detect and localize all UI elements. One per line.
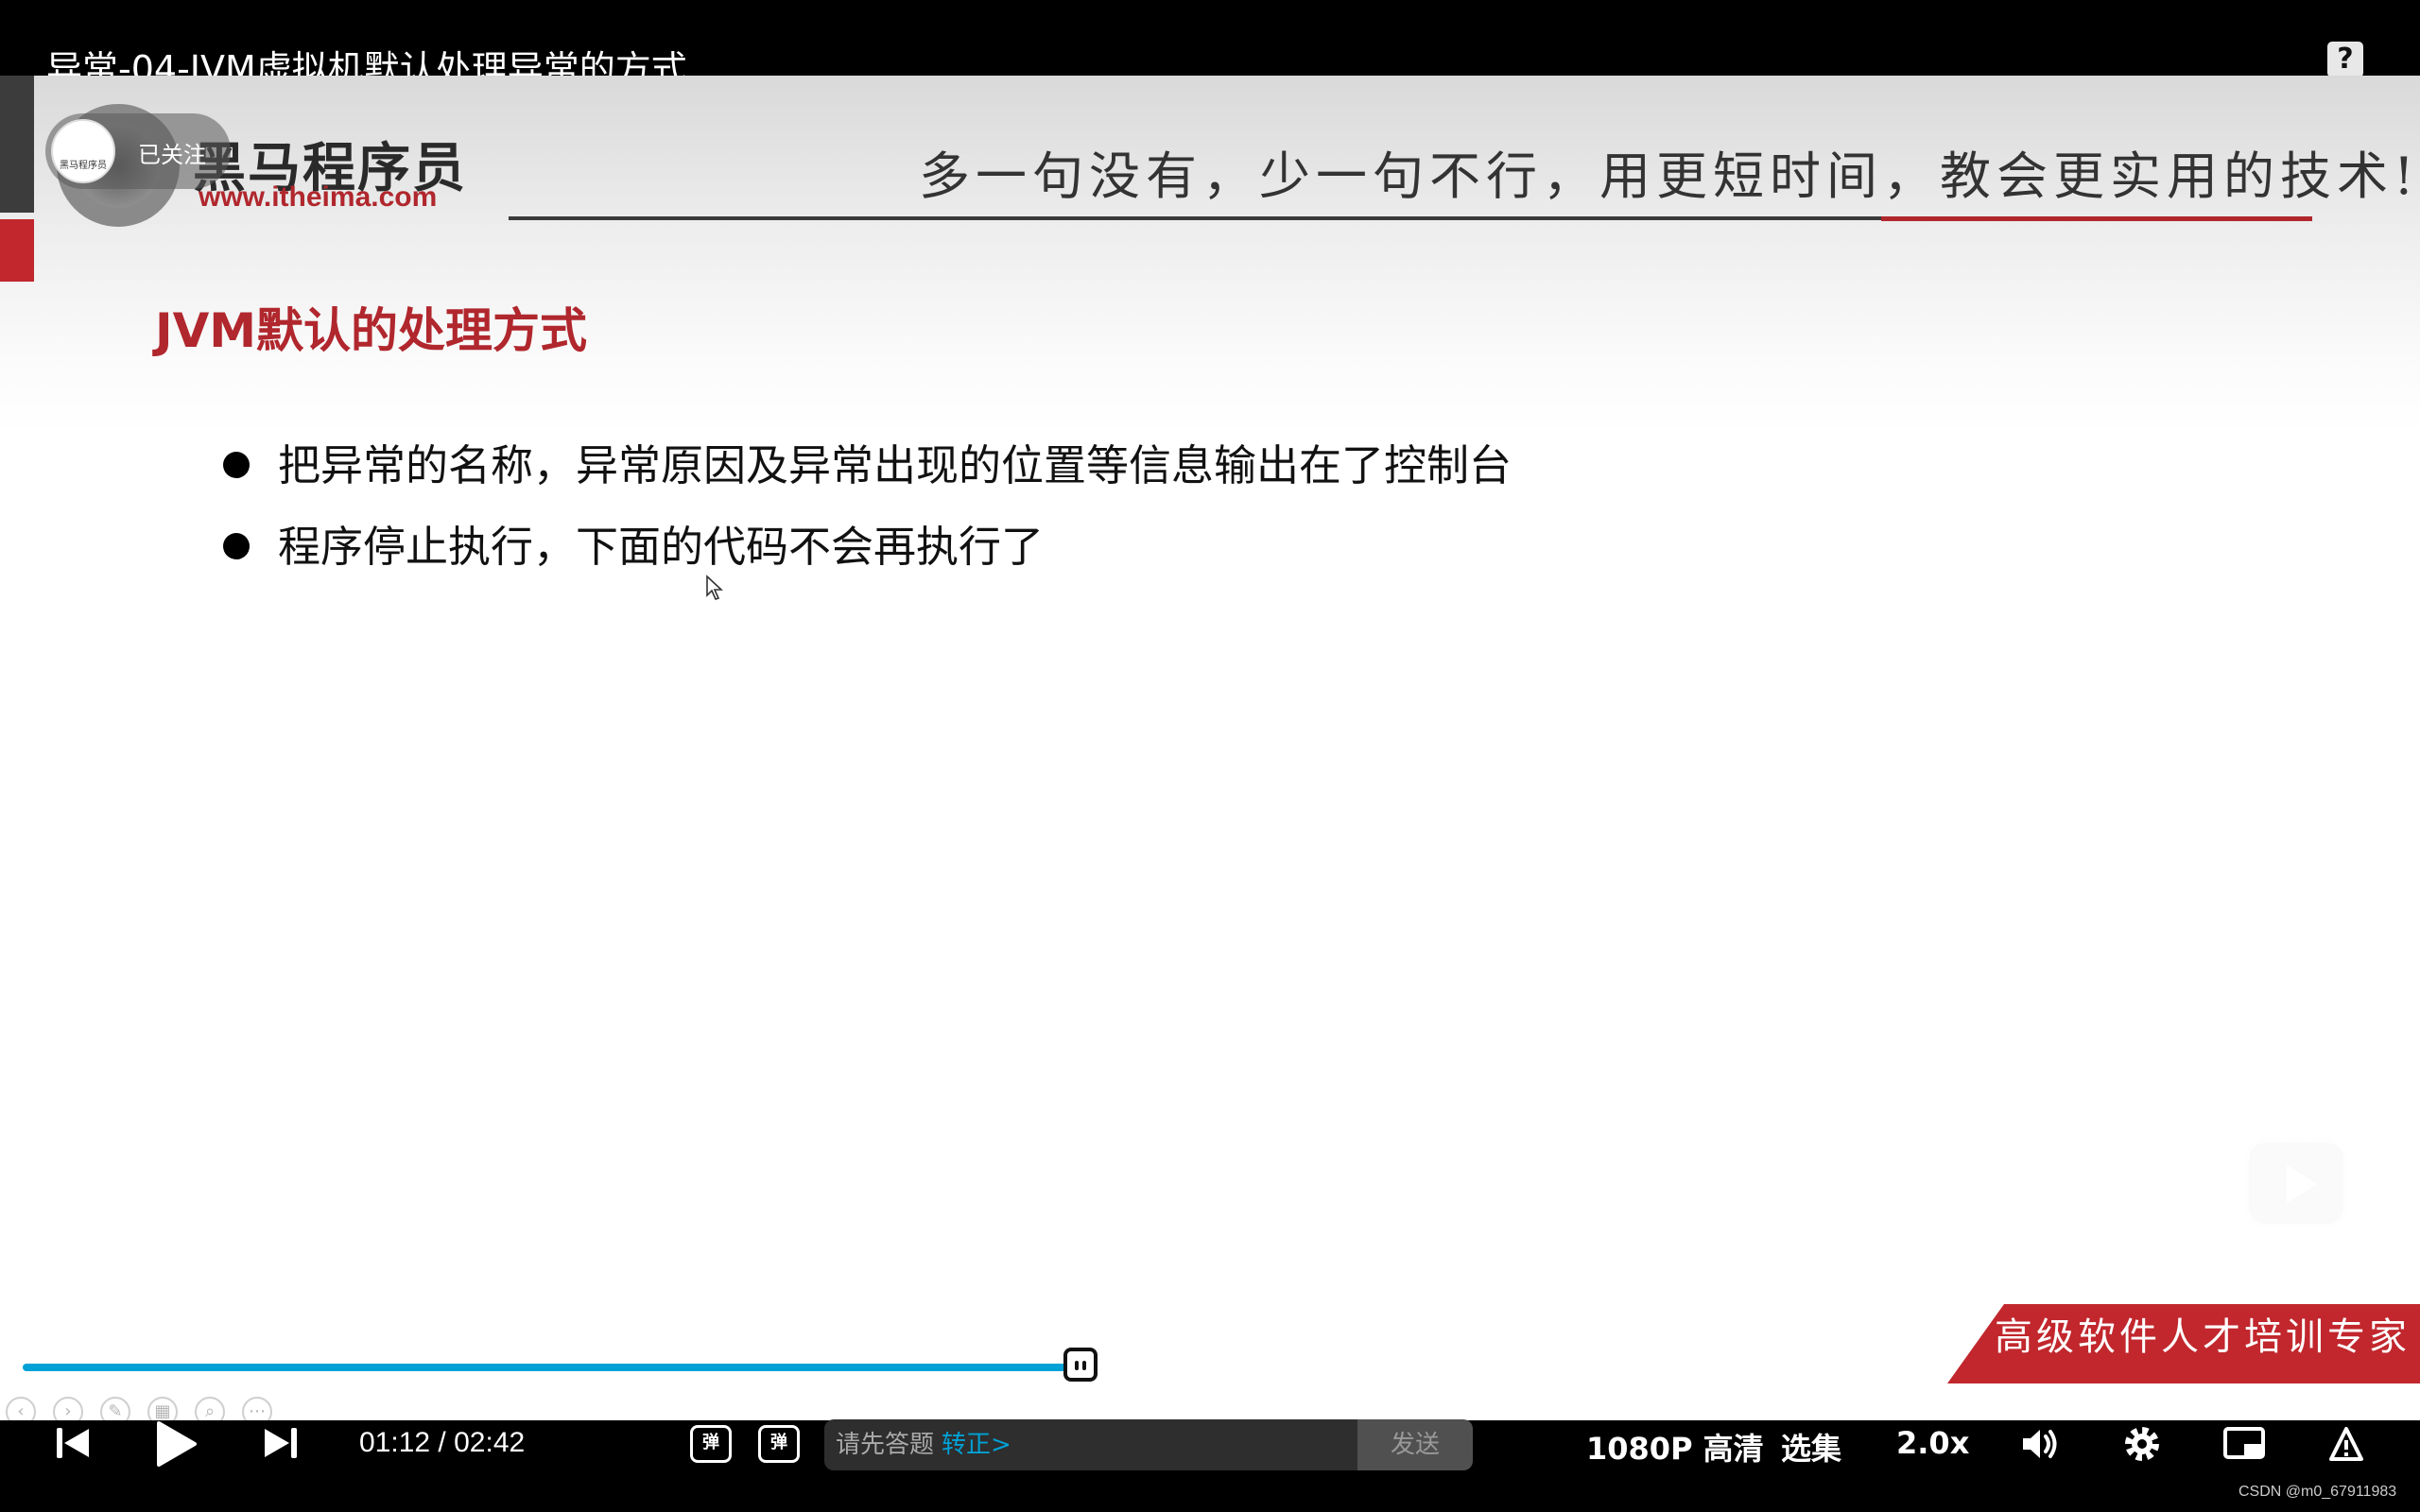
bullet-text: 把异常的名称，异常原因及异常出现的位置等信息输出在了控制台 <box>278 440 1512 490</box>
bullet-dot-icon <box>223 452 250 478</box>
episodes-button[interactable]: 选集 <box>1781 1425 1841 1469</box>
follow-button[interactable]: 黑马程序员 已关注 <box>45 113 231 189</box>
fullscreen-icon[interactable] <box>2324 1421 2369 1467</box>
settings-gear-icon[interactable] <box>2119 1421 2165 1467</box>
bullet-text: 程序停止执行，下面的代码不会再执行了 <box>278 522 1045 572</box>
slide-edge-red <box>0 219 34 282</box>
slogan-rule-dark <box>509 216 1881 220</box>
progress-fill <box>23 1364 1080 1371</box>
danmaku-toggle-icon[interactable]: 弹 <box>690 1425 732 1463</box>
slide-heading: JVM默认的处理方式 <box>155 303 588 358</box>
csdn-watermark: CSDN @m0_67911983 <box>2238 1484 2397 1500</box>
danmaku-link[interactable]: 转正> <box>942 1431 1011 1459</box>
logo-url: www.itheima.com <box>199 181 438 213</box>
send-button[interactable]: 发送 <box>1357 1419 1473 1470</box>
current-time: 01:12 <box>359 1427 431 1458</box>
play-icon[interactable] <box>153 1419 199 1469</box>
bullet-dot-icon <box>223 533 250 559</box>
danmaku-input[interactable]: 请先答题 转正> <box>824 1419 1357 1470</box>
slide-watermark: 黑马程序员 <box>1940 1260 2195 1314</box>
volume-icon[interactable] <box>2017 1421 2063 1467</box>
slogan-rule-red <box>1881 216 2312 221</box>
danmaku-settings-icon[interactable]: 弹 <box>758 1425 800 1463</box>
picture-in-picture-icon[interactable] <box>2221 1421 2267 1467</box>
slide-slogan: 多一句没有，少一句不行，用更短时间，教会更实用的技术! <box>919 146 2420 206</box>
video-frame[interactable]: 黑马程序员 www.itheima.com 黑马程序员 已关注 多一句没有，少一… <box>0 76 2420 1420</box>
duration: 02:42 <box>454 1427 526 1458</box>
uploader-avatar[interactable]: 黑马程序员 <box>51 119 115 183</box>
slide-edge-dark <box>0 76 34 213</box>
help-button[interactable]: ? <box>2327 42 2363 77</box>
quality-button[interactable]: 1080P 高清 <box>1586 1425 1764 1469</box>
previous-icon[interactable] <box>55 1426 93 1460</box>
bilibili-tv-play-icon[interactable] <box>2244 1138 2348 1228</box>
slide-banner-text: 高级软件人才培训专家 <box>1995 1315 2411 1359</box>
follow-label: 已关注 <box>138 142 206 168</box>
speed-button[interactable]: 2.0x <box>1896 1425 1969 1461</box>
play-triangle-icon <box>2287 1165 2317 1203</box>
time-display: 01:12 / 02:42 <box>359 1427 525 1459</box>
progress-thumb-icon[interactable] <box>1063 1348 1098 1382</box>
next-icon[interactable] <box>261 1426 299 1460</box>
danmaku-placeholder: 请先答题 <box>836 1431 935 1459</box>
time-separator: / <box>438 1427 446 1458</box>
mouse-cursor-icon <box>706 575 724 600</box>
